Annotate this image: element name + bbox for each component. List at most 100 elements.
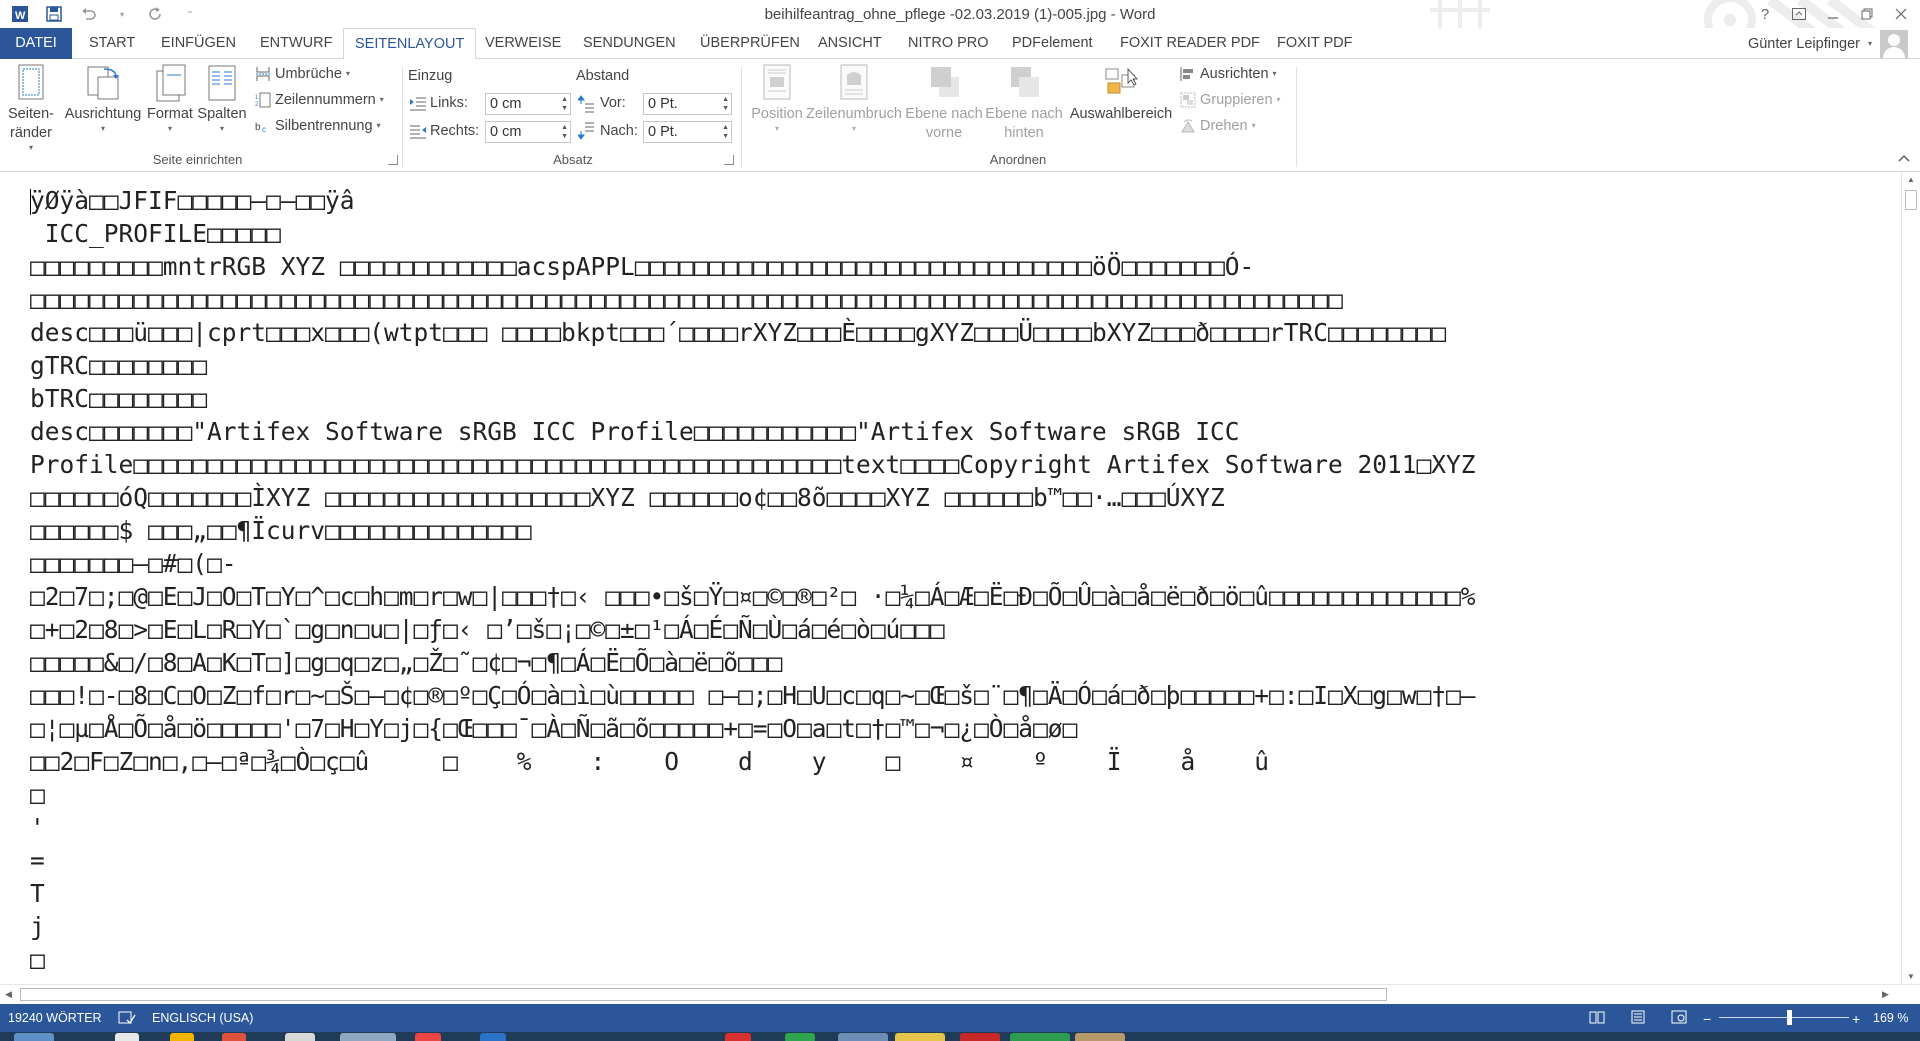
document-line[interactable]: □□□□□□□□□□□□□□□□□□□□□□□□□□□□□□□□□□□□□□□□… [30,283,1880,316]
spalten-button[interactable]: Spalten ▾ [196,63,248,134]
scroll-left-icon[interactable]: ◀ [5,989,12,1000]
zeilennummern-button[interactable]: 12 Zeilennummern ▾ [255,89,384,111]
document-line[interactable]: □□□□□&□/□8□A□K□T□]□g□q□z□„□Ž□˜□¢□¬□¶□Á□Ë… [30,646,1880,679]
zeilenumbruch-button[interactable]: Zeilenumbruch ▾ [806,63,902,134]
gruppieren-button[interactable]: Gruppieren ▾ [1180,89,1281,111]
proofing-status[interactable] [118,1011,136,1025]
taskbar-app-icon[interactable] [1010,1033,1070,1041]
silbentrennung-button[interactable]: bc Silbentrennung ▾ [255,115,381,137]
spin-arrows-icon[interactable]: ▲ ▼ [722,123,729,141]
zoom-slider-track[interactable] [1719,1017,1849,1018]
web-layout-icon[interactable] [1671,1010,1687,1024]
indent-left-input[interactable]: 0 cm ▲ ▼ [485,93,571,115]
document-line[interactable]: j [30,910,1880,943]
tab-foxit-reader-pdf[interactable]: FOXIT READER PDF [1109,28,1271,59]
ebene-nach-vorne-button[interactable]: Ebene nach vorne [905,63,983,143]
document-line[interactable]: bTRC□□□□□□□□ [30,382,1880,415]
scroll-down-icon[interactable]: ▼ [1907,972,1915,981]
tab-foxit-pdf[interactable]: FOXIT PDF [1266,28,1363,59]
vertical-scrollbar[interactable]: ▲ ▼ [1901,172,1920,984]
tab-ueberpruefen[interactable]: ÜBERPRÜFEN [689,28,811,59]
tab-start[interactable]: START [78,28,146,59]
position-button[interactable]: Position ▾ [746,63,808,134]
minimize-icon[interactable] [1818,2,1848,26]
zoom-level[interactable]: 169 % [1873,1011,1908,1025]
document-line[interactable]: ' [30,811,1880,844]
document-line[interactable]: ÿØÿà□□JFIF□□□□□–□–□□ÿâ [30,184,1880,217]
taskbar-app-icon[interactable] [115,1033,139,1041]
help-icon[interactable]: ? [1750,2,1780,26]
document-line[interactable]: □□□□□□$ □□□„□□¶Ïcurv□□□□□□□□□□□□□□ [30,514,1880,547]
indent-right-input[interactable]: 0 cm ▲ ▼ [485,121,571,143]
zoom-in-button[interactable]: + [1852,1011,1860,1027]
language-status[interactable]: ENGLISCH (USA) [152,1011,253,1025]
document-line[interactable]: □□□□□□óQ□□□□□□□ÌXYZ □□□□□□□□□□□□□□□□□□XY… [30,481,1880,514]
taskbar-app-icon[interactable] [415,1033,441,1041]
document-line[interactable]: Profile□□□□□□□□□□□□□□□□□□□□□□□□□□□□□□□□□… [30,448,1880,481]
read-mode-icon[interactable] [1589,1010,1605,1024]
collapse-ribbon-icon[interactable] [1898,151,1910,165]
document-line[interactable]: gTRC□□□□□□□□ [30,349,1880,382]
taskbar-app-icon[interactable] [1075,1033,1125,1041]
tab-einfuegen[interactable]: EINFÜGEN [150,28,247,59]
spin-arrows-icon[interactable]: ▲ ▼ [561,123,568,141]
taskbar-app-icon[interactable] [222,1033,246,1041]
dialog-launcher-icon[interactable] [724,155,734,165]
tab-nitro-pro[interactable]: NITRO PRO [897,28,1000,59]
print-layout-icon[interactable] [1630,1010,1646,1024]
tab-file[interactable]: DATEI [0,28,72,59]
document-line[interactable]: □□□□□□□–□#□(□- [30,547,1880,580]
tab-entwurf[interactable]: ENTWURF [249,28,344,59]
document-line[interactable]: = [30,844,1880,877]
taskbar-app-icon[interactable] [838,1033,888,1041]
spacing-after-input[interactable]: 0 Pt. ▲ ▼ [643,121,732,143]
horizontal-scroll-thumb[interactable] [20,988,1387,1001]
document-line[interactable]: □□□!□-□8□C□O□Z□f□r□~□Š□–□¢□®□º□Ç□Ó□à□ì□ù… [30,679,1880,712]
document-line[interactable]: □ [30,943,1880,974]
restore-icon[interactable] [1852,2,1882,26]
ausrichtung-button[interactable]: Ausrichtung ▾ [63,63,143,134]
taskbar-app-icon[interactable] [170,1033,194,1041]
tab-ansicht[interactable]: ANSICHT [807,28,893,59]
close-icon[interactable] [1886,2,1916,26]
word-count[interactable]: 19240 WÖRTER [8,1011,102,1025]
drehen-button[interactable]: Drehen ▾ [1180,115,1256,137]
dialog-launcher-icon[interactable] [388,155,398,165]
ribbon-display-options-icon[interactable] [1784,2,1814,26]
taskbar-app-icon[interactable] [895,1033,945,1041]
spacing-before-input[interactable]: 0 Pt. ▲ ▼ [643,93,732,115]
scroll-up-icon[interactable]: ▲ [1907,175,1915,184]
vertical-scroll-thumb[interactable] [1905,190,1917,210]
tab-verweise[interactable]: VERWEISE [474,28,572,59]
document-line[interactable]: ICC_PROFILE□□□□□ [30,217,1880,250]
scroll-right-icon[interactable]: ▶ [1882,989,1889,1000]
horizontal-scrollbar[interactable]: ◀ ▶ [0,984,1920,1004]
auswahlbereich-button[interactable]: Auswahlbereich [1066,63,1176,124]
taskbar-app-icon[interactable] [725,1033,751,1041]
document-line[interactable]: □□□□□□□□□mntrRGB XYZ □□□□□□□□□□□□acspAPP… [30,250,1880,283]
format-button[interactable]: Format ▾ [147,63,193,134]
ausrichten-button[interactable]: Ausrichten ▾ [1180,63,1277,85]
document-line[interactable]: □□2□F□Z□n□,□–□ª□¾□Ò□ç□û □ % : O d y □ ¤ … [30,745,1880,778]
document-body[interactable]: ÿØÿà□□JFIF□□□□□–□–□□ÿâ ICC_PROFILE□□□□□ □… [30,184,1880,974]
tab-sendungen[interactable]: SENDUNGEN [572,28,687,59]
spin-arrows-icon[interactable]: ▲ ▼ [722,95,729,113]
taskbar-app-icon[interactable] [785,1033,815,1041]
document-line[interactable]: desc□□□ü□□□|cprt□□□x□□□(wtpt□□□ □□□□bkpt… [30,316,1880,349]
document-line[interactable]: □2□7□;□@□E□J□O□T□Y□^□c□h□m□r□w□|□□□†□‹ □… [30,580,1880,613]
taskbar-app-icon[interactable] [340,1033,396,1041]
document-area[interactable]: ÿØÿà□□JFIF□□□□□–□–□□ÿâ ICC_PROFILE□□□□□ □… [0,172,1920,984]
zoom-slider-thumb[interactable] [1787,1010,1792,1025]
umbrueche-button[interactable]: Umbrüche ▾ [255,63,350,85]
zoom-out-button[interactable]: − [1703,1011,1711,1027]
user-account[interactable]: Günter Leipfinger ▾ [1748,28,1908,59]
start-button-icon[interactable] [14,1033,54,1041]
document-line[interactable]: T [30,877,1880,910]
ebene-nach-hinten-button[interactable]: Ebene nach hinten [985,63,1063,143]
document-line[interactable]: desc□□□□□□□"Artifex Software sRGB ICC Pr… [30,415,1880,448]
seitenraender-button[interactable]: Seiten- ränder ▾ [6,63,56,153]
spin-arrows-icon[interactable]: ▲ ▼ [561,95,568,113]
tab-pdfelement[interactable]: PDFelement [1001,28,1104,59]
document-line[interactable]: □+□2□8□>□E□L□R□Y□`□g□n□u□|□ƒ□‹ □’□š□¡□©□… [30,613,1880,646]
taskbar-app-icon[interactable] [960,1033,1000,1041]
